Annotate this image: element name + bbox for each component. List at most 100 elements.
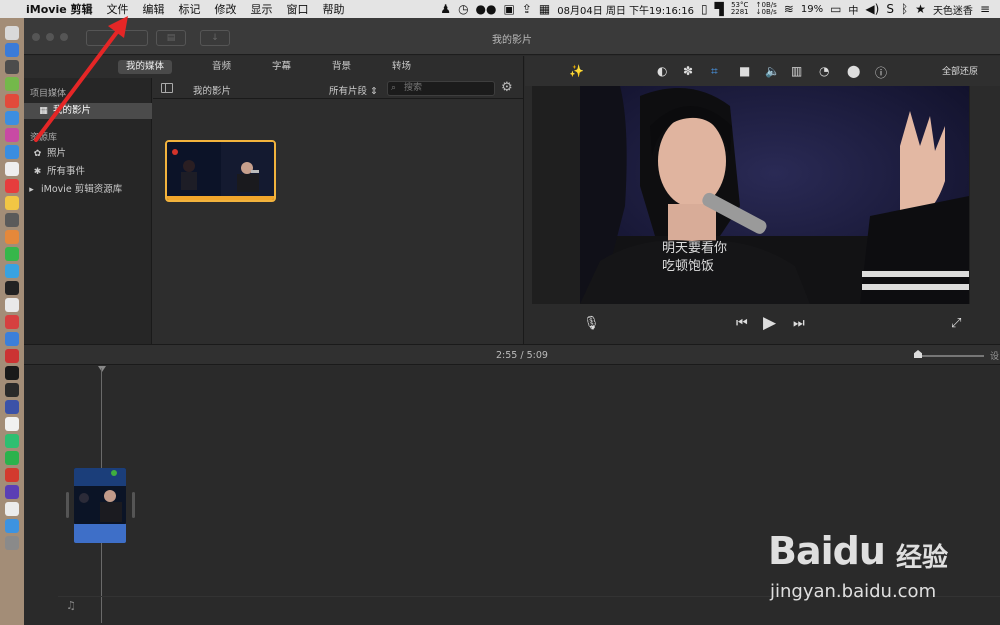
- clip-right-handle[interactable]: [132, 492, 135, 518]
- gear-icon[interactable]: ⚙: [501, 80, 513, 95]
- message-icon[interactable]: ▣: [504, 2, 515, 16]
- messages-dock-icon[interactable]: [5, 247, 19, 261]
- wechat-icon[interactable]: [5, 434, 19, 448]
- launchpad-icon[interactable]: [5, 43, 19, 57]
- microphone-icon[interactable]: 🎙: [583, 316, 600, 331]
- itunes-icon[interactable]: [5, 315, 19, 329]
- podcast-icon[interactable]: [5, 128, 19, 142]
- tab-my-media[interactable]: 我的媒体: [118, 60, 173, 74]
- wechat-alt-icon[interactable]: [5, 451, 19, 465]
- timeline-video-clip[interactable]: [74, 468, 126, 524]
- magic-wand-icon[interactable]: ✨: [569, 64, 584, 78]
- menu-app-name[interactable]: iMovie 剪辑: [26, 1, 93, 17]
- tab-transitions[interactable]: 转场: [384, 60, 419, 74]
- menu-help[interactable]: 帮助: [323, 1, 345, 17]
- phone-icon[interactable]: ▯: [701, 2, 708, 16]
- app-icon[interactable]: [5, 60, 19, 74]
- equalizer-icon[interactable]: ▥: [791, 64, 802, 78]
- tab-audio[interactable]: 音频: [204, 60, 239, 74]
- clip-used-indicator: [167, 196, 274, 200]
- zoom-settings-label[interactable]: 设: [990, 349, 999, 362]
- clip-filter-icon[interactable]: ⬤: [847, 64, 860, 78]
- color-balance-icon[interactable]: ◐: [657, 64, 667, 78]
- upload-icon[interactable]: ⇪: [522, 2, 532, 16]
- vivaldi-icon[interactable]: [5, 349, 19, 363]
- skip-back-icon[interactable]: ⏮: [736, 316, 748, 331]
- playhead-marker[interactable]: [98, 366, 106, 372]
- menu-modify[interactable]: 修改: [215, 1, 237, 17]
- stabilization-icon[interactable]: ■: [739, 64, 750, 78]
- calendar-dock-icon[interactable]: [5, 162, 19, 176]
- wifi-icon[interactable]: ≋: [784, 2, 794, 16]
- bookmark-icon[interactable]: ▜: [715, 2, 724, 16]
- facetime-icon[interactable]: [5, 264, 19, 278]
- clip-filter-dropdown[interactable]: 所有片段 ⇕: [329, 83, 378, 97]
- volume-icon[interactable]: ◀): [865, 2, 879, 16]
- calendar-icon[interactable]: ▦: [539, 2, 550, 16]
- music-dock-icon[interactable]: [5, 179, 19, 193]
- zoom-slider-track[interactable]: [914, 355, 984, 357]
- sogou-icon[interactable]: S: [886, 2, 894, 16]
- appstore-icon[interactable]: [5, 145, 19, 159]
- battery-icon[interactable]: ▭: [830, 2, 841, 16]
- sidebar-item-my-movie[interactable]: ▦ 我的影片: [24, 103, 152, 119]
- disclosure-triangle-icon[interactable]: ▸: [26, 182, 37, 198]
- menu-mark[interactable]: 标记: [179, 1, 201, 17]
- clip-left-handle[interactable]: [66, 492, 69, 518]
- project-clip-thumbnail[interactable]: [165, 140, 276, 202]
- info-icon[interactable]: ⓘ: [875, 64, 887, 81]
- menu-list-icon[interactable]: ≡: [980, 2, 990, 16]
- console-icon[interactable]: [5, 366, 19, 380]
- settings-icon[interactable]: [5, 213, 19, 227]
- terminal-icon[interactable]: [5, 281, 19, 295]
- vpn-icon[interactable]: [5, 400, 19, 414]
- imovie-dock-icon[interactable]: [5, 485, 19, 499]
- star-icon[interactable]: ★: [915, 2, 926, 16]
- timeline-audio-waveform[interactable]: [74, 524, 126, 543]
- netease-icon[interactable]: [5, 468, 19, 482]
- dots-icon[interactable]: ●●: [476, 2, 497, 16]
- document-icon[interactable]: [5, 502, 19, 516]
- tab-backgrounds[interactable]: 背景: [324, 60, 359, 74]
- photos-dock-icon[interactable]: [5, 230, 19, 244]
- finder-icon[interactable]: [5, 26, 19, 40]
- menubar-user[interactable]: 天色迷香: [933, 2, 973, 17]
- color-palette-icon[interactable]: ✽: [683, 64, 693, 78]
- menubar-clock[interactable]: 08月04日 周日 下午19:16:16: [557, 2, 694, 17]
- xcode-icon[interactable]: [5, 332, 19, 346]
- activity-icon[interactable]: [5, 383, 19, 397]
- qq-icon[interactable]: ♟: [440, 2, 451, 16]
- sidebar-item-library[interactable]: ▸ iMovie 剪辑资源库: [26, 182, 122, 198]
- network-readout[interactable]: ↑0B/s ↓0B/s: [756, 2, 777, 16]
- search-input[interactable]: ⌕ 搜索: [387, 81, 495, 96]
- tab-titles[interactable]: 字幕: [264, 60, 299, 74]
- menu-edit[interactable]: 编辑: [143, 1, 165, 17]
- preview-icon[interactable]: [5, 298, 19, 312]
- sidebar-item-photos[interactable]: ✿ 照片: [32, 146, 66, 162]
- sidebar-item-all-events[interactable]: ✱ 所有事件: [32, 164, 85, 180]
- safari-icon[interactable]: [5, 111, 19, 125]
- reset-all-button[interactable]: 全部还原: [942, 64, 978, 77]
- bluetooth-icon[interactable]: ᛒ: [901, 2, 908, 16]
- volume-adjust-icon[interactable]: 🔈: [765, 64, 780, 78]
- notes-icon[interactable]: [5, 196, 19, 210]
- chrome-icon[interactable]: [5, 94, 19, 108]
- zoom-slider-knob[interactable]: [914, 350, 922, 358]
- thumbnail-frame-1: [167, 142, 221, 196]
- speed-icon[interactable]: ◔: [819, 64, 829, 78]
- fullscreen-icon[interactable]: ⤢: [951, 316, 961, 331]
- menu-view[interactable]: 显示: [251, 1, 273, 17]
- trash-icon[interactable]: [5, 536, 19, 550]
- folder-icon[interactable]: [5, 519, 19, 533]
- crop-icon[interactable]: ⌗: [711, 64, 718, 79]
- sidebar-toggle-icon[interactable]: [161, 83, 173, 93]
- temperature-readout[interactable]: 53°C 2281: [731, 2, 749, 16]
- input-method[interactable]: 中: [848, 2, 858, 17]
- menu-window[interactable]: 窗口: [287, 1, 309, 17]
- android-icon[interactable]: [5, 77, 19, 91]
- time-machine-icon[interactable]: ◷: [458, 2, 468, 16]
- play-icon[interactable]: ▶: [763, 313, 776, 333]
- skip-forward-icon[interactable]: ⏭: [793, 316, 805, 331]
- yoink-icon[interactable]: [5, 417, 19, 431]
- menu-file[interactable]: 文件: [107, 1, 129, 17]
